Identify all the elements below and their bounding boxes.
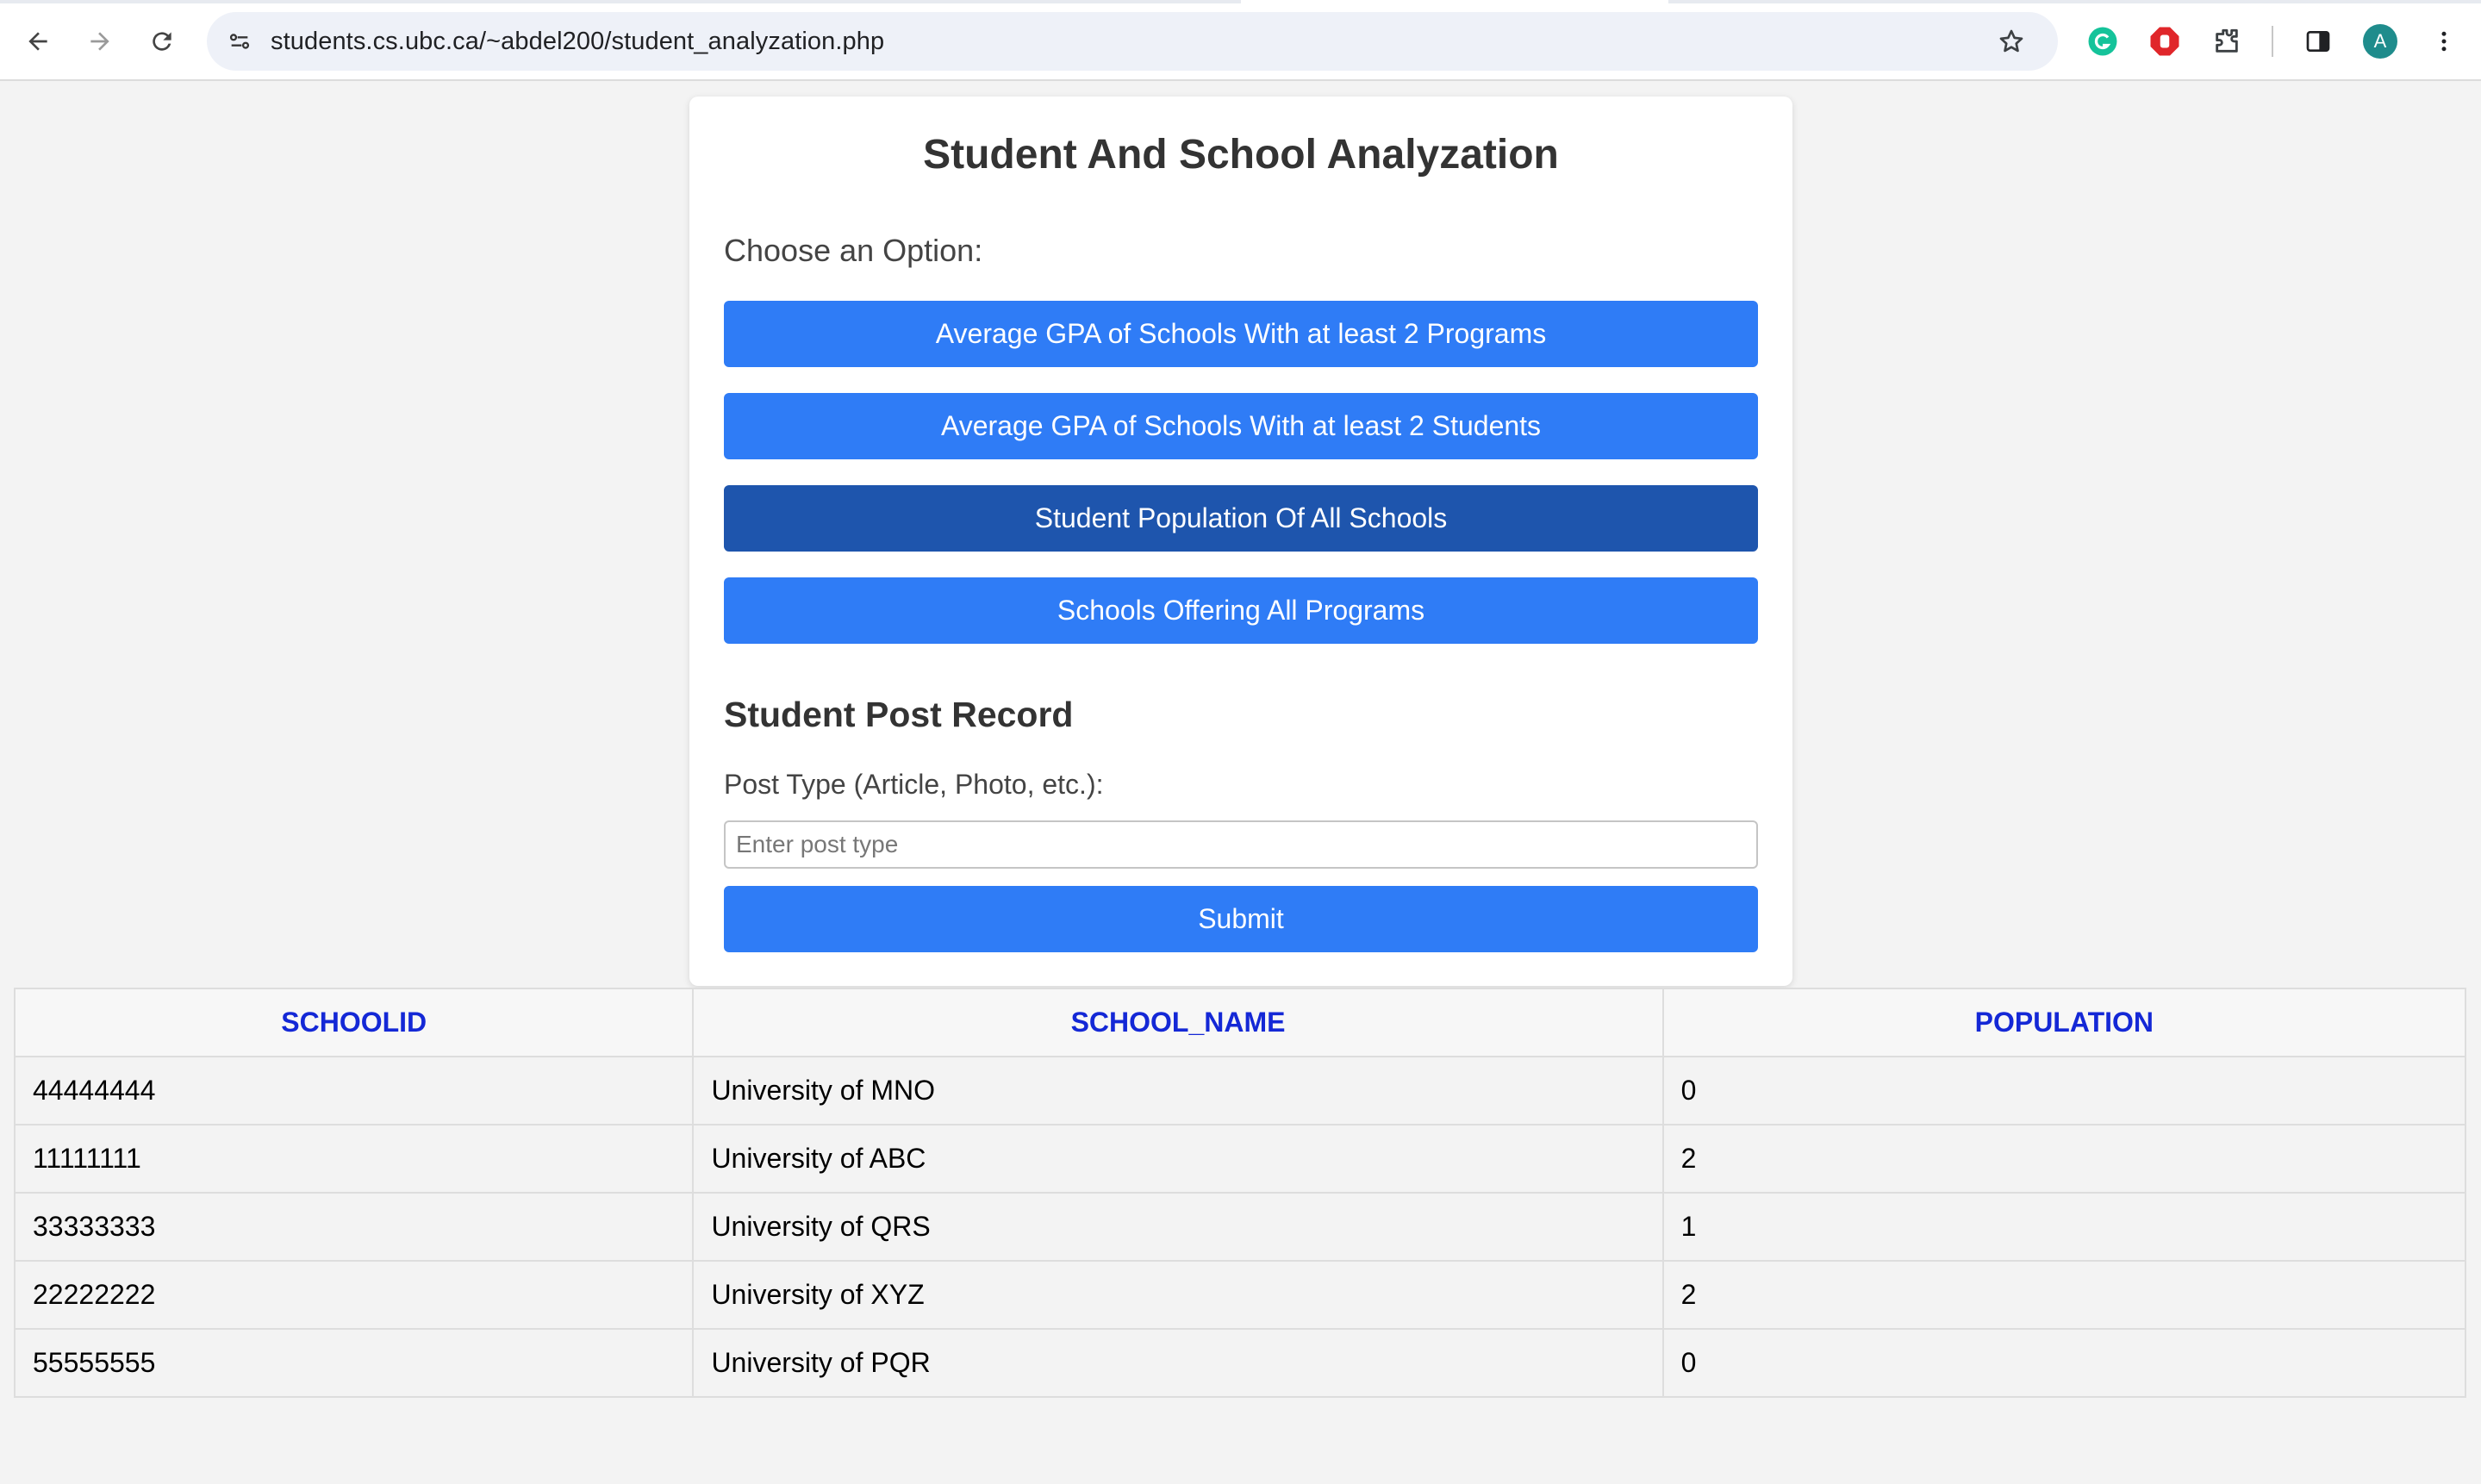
schools-all-programs-button[interactable]: Schools Offering All Programs	[724, 577, 1758, 644]
tab-strip-edge	[0, 0, 1241, 3]
cell-schoolid: 11111111	[13, 1124, 695, 1194]
cell-population: 0	[1661, 1328, 2467, 1398]
avg-gpa-students-button[interactable]: Average GPA of Schools With at least 2 S…	[724, 393, 1758, 459]
profile-button[interactable]: A	[2359, 21, 2401, 62]
cell-schoolid: 33333333	[13, 1192, 695, 1262]
post-type-input[interactable]	[724, 820, 1758, 869]
column-header-population: POPULATION	[1661, 988, 2467, 1057]
results-table: SCHOOLID SCHOOL_NAME POPULATION 44444444…	[13, 988, 2467, 1398]
cell-population: 2	[1661, 1260, 2467, 1330]
analyzation-card: Student And School Analyzation Choose an…	[689, 97, 1792, 986]
cell-schoolid: 22222222	[13, 1260, 695, 1330]
choose-option-label: Choose an Option:	[724, 233, 983, 268]
toolbar-separator	[2272, 26, 2273, 57]
forward-button[interactable]	[76, 17, 124, 65]
cell-school-name: University of ABC	[692, 1124, 1664, 1194]
arrow-right-icon	[90, 32, 109, 51]
bookmark-button[interactable]	[1989, 19, 2034, 64]
table-row: 33333333 University of QRS 1	[13, 1192, 2467, 1262]
tab-strip-edge	[1668, 0, 2481, 3]
cell-population: 0	[1661, 1056, 2467, 1125]
arrow-left-icon	[28, 32, 47, 51]
cell-schoolid: 55555555	[13, 1328, 695, 1398]
kebab-menu-icon	[2441, 31, 2447, 52]
adblock-icon	[2150, 27, 2179, 56]
table-row: 44444444 University of MNO 0	[13, 1056, 2467, 1125]
grammarly-icon	[2088, 27, 2117, 56]
table-row: 11111111 University of ABC 2	[13, 1124, 2467, 1194]
reload-button[interactable]	[138, 17, 186, 65]
cell-school-name: University of MNO	[692, 1056, 1664, 1125]
address-bar[interactable]: students.cs.ubc.ca/~abdel200/student_ana…	[207, 12, 2058, 71]
post-type-label: Post Type (Article, Photo, etc.):	[724, 769, 1104, 800]
browser-menu-button[interactable]	[2423, 21, 2465, 62]
back-button[interactable]	[14, 17, 62, 65]
cell-school-name: University of XYZ	[692, 1260, 1664, 1330]
grammarly-extension[interactable]	[2082, 21, 2123, 62]
table-header-row: SCHOOLID SCHOOL_NAME POPULATION	[13, 988, 2467, 1057]
table-row: 22222222 University of XYZ 2	[13, 1260, 2467, 1330]
cell-population: 2	[1661, 1124, 2467, 1194]
column-header-school-name: SCHOOL_NAME	[692, 988, 1664, 1057]
avatar: A	[2363, 24, 2397, 59]
adblock-extension[interactable]	[2144, 21, 2185, 62]
cell-school-name: University of PQR	[692, 1328, 1664, 1398]
browser-toolbar: students.cs.ubc.ca/~abdel200/student_ana…	[0, 0, 2481, 81]
site-info-button[interactable]	[219, 21, 260, 62]
post-record-heading: Student Post Record	[724, 695, 1074, 734]
star-icon	[1999, 29, 2023, 53]
tune-icon	[229, 34, 250, 49]
extensions-button[interactable]	[2206, 21, 2247, 62]
puzzle-icon	[2216, 28, 2238, 53]
cell-population: 1	[1661, 1192, 2467, 1262]
submit-button[interactable]: Submit	[724, 886, 1758, 952]
reload-icon	[153, 32, 171, 51]
side-panel-button[interactable]	[2297, 21, 2339, 62]
url-text[interactable]: students.cs.ubc.ca/~abdel200/student_ana…	[271, 12, 884, 71]
table-row: 55555555 University of PQR 0	[13, 1328, 2467, 1398]
side-panel-icon	[2306, 31, 2330, 52]
cell-school-name: University of QRS	[692, 1192, 1664, 1262]
page-title: Student And School Analyzation	[923, 132, 1559, 178]
cell-schoolid: 44444444	[13, 1056, 695, 1125]
avg-gpa-programs-button[interactable]: Average GPA of Schools With at least 2 P…	[724, 301, 1758, 367]
column-header-schoolid: SCHOOLID	[13, 988, 695, 1057]
student-population-button[interactable]: Student Population Of All Schools	[724, 485, 1758, 552]
